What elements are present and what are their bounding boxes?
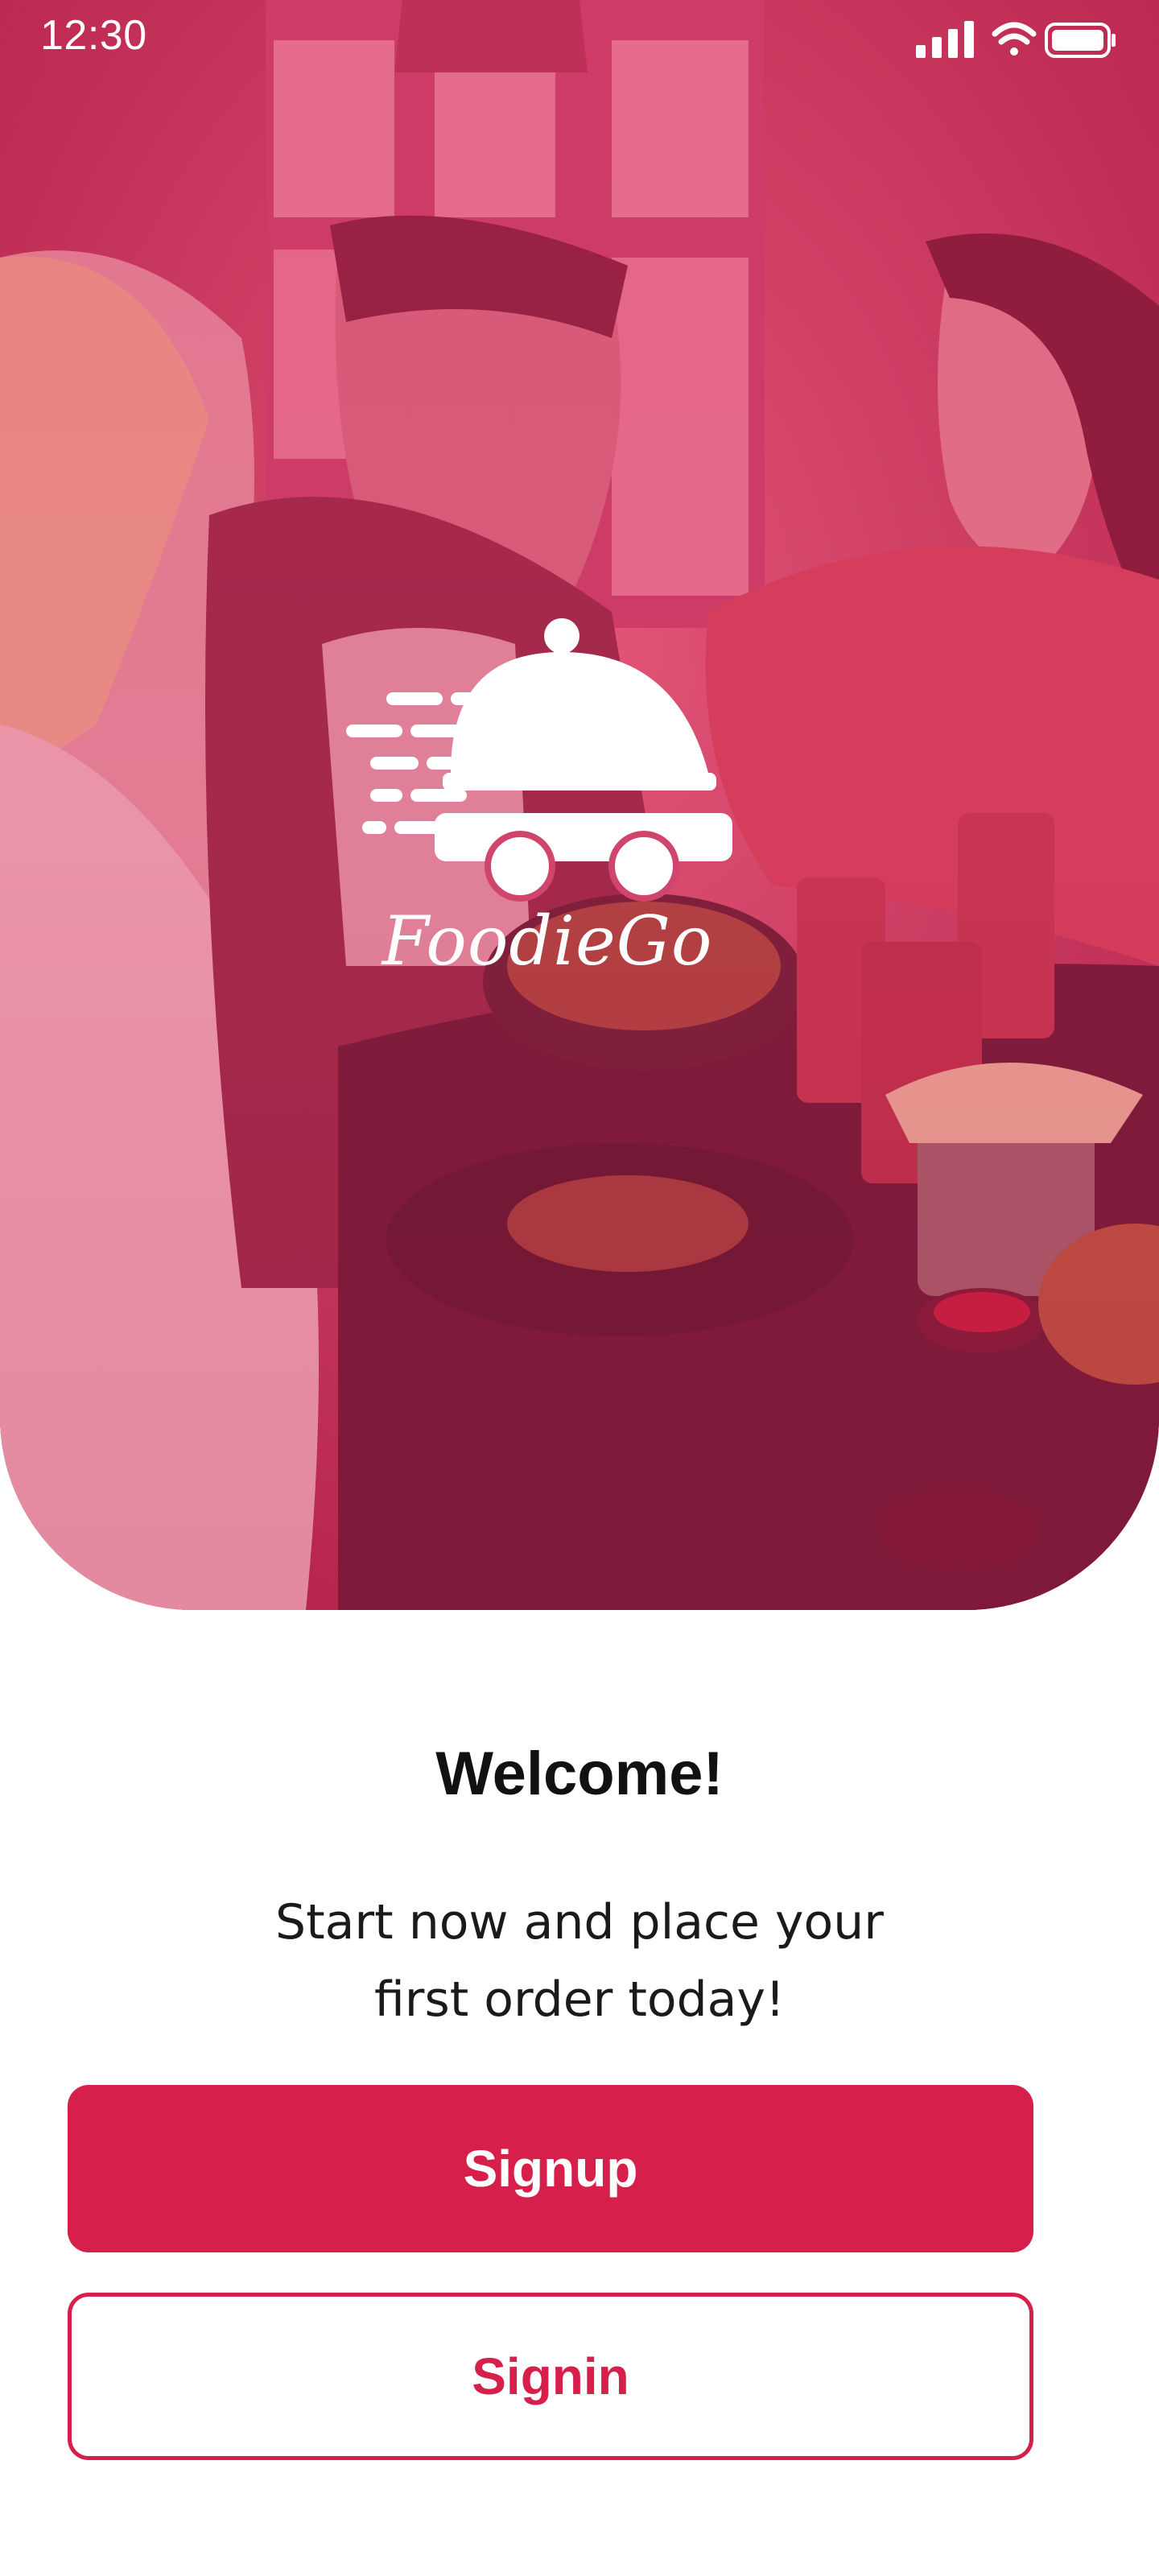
brand-name: FoodieGo — [382, 902, 713, 980]
wifi-icon — [992, 22, 1037, 56]
food-delivery-cart-icon — [346, 618, 732, 902]
signin-button-label: Signin — [472, 2347, 629, 2405]
signin-button[interactable]: Signin — [68, 2293, 1033, 2460]
welcome-subtitle: Start now and place your first order tod… — [161, 1884, 998, 2038]
subtitle-line-1: Start now and place your — [275, 1894, 884, 1951]
battery-icon — [1045, 23, 1116, 58]
status-icons — [916, 21, 1116, 58]
status-bar: 12:30 — [0, 0, 1159, 80]
welcome-title: Welcome! — [435, 1740, 724, 1808]
subtitle-line-2: first order today! — [373, 1971, 786, 2028]
status-time: 12:30 — [40, 12, 147, 59]
brand-logo: FoodieGo — [338, 612, 757, 998]
signup-button[interactable]: Signup — [68, 2085, 1033, 2252]
signup-button-label: Signup — [463, 2140, 638, 2198]
signal-icon — [916, 21, 974, 58]
